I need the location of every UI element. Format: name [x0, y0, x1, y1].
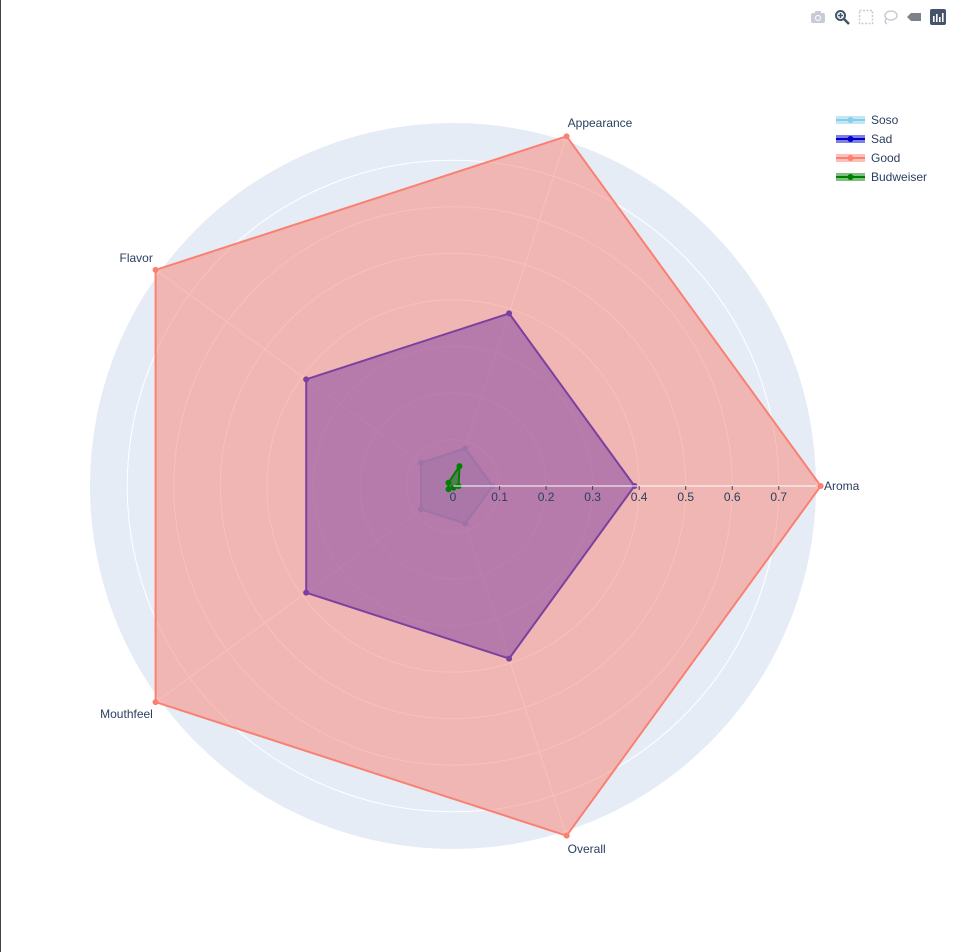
legend-marker: [847, 174, 854, 180]
radial-tick-label: 0.7: [770, 490, 787, 504]
legend-marker: [847, 136, 854, 142]
legend-item-sad[interactable]: Sad: [836, 132, 892, 146]
data-point-budweiser[interactable]: [445, 479, 452, 486]
radial-tick-label: 0.4: [631, 490, 648, 504]
data-point-good[interactable]: [152, 699, 159, 706]
radial-tick-label: 0.2: [538, 490, 555, 504]
radar-chart: 0 0.1 0.2 0.3 0.4 0.5 0.6 0.7 Aroma Appearance Fl…: [90, 113, 927, 856]
axis-label-mouthfeel: Mouthfeel: [100, 707, 153, 721]
data-point-good[interactable]: [563, 832, 570, 839]
radial-tick-label: 0.3: [584, 490, 601, 504]
legend-label: Good: [871, 151, 900, 165]
legend-item-good[interactable]: Good: [836, 151, 900, 165]
axis-label-appearance: Appearance: [568, 116, 633, 130]
radial-tick-label: 0: [450, 490, 457, 504]
radial-tick-label: 0.1: [491, 490, 508, 504]
legend-label: Soso: [871, 113, 899, 127]
legend-item-budweiser[interactable]: Budweiser: [836, 170, 927, 184]
axis-label-aroma: Aroma: [824, 479, 860, 493]
radial-tick-label: 0.6: [724, 490, 741, 504]
data-point-budweiser[interactable]: [456, 463, 463, 470]
legend-label: Budweiser: [871, 170, 927, 184]
legend-marker: [847, 155, 854, 161]
axis-label-flavor: Flavor: [120, 251, 153, 265]
data-point-good[interactable]: [152, 266, 159, 273]
radial-tick-label: 0.5: [677, 490, 694, 504]
data-point-good[interactable]: [563, 133, 570, 140]
legend-item-soso[interactable]: Soso: [836, 113, 899, 127]
axis-label-overall: Overall: [568, 842, 606, 856]
data-point-good[interactable]: [817, 483, 824, 489]
legend: Soso Sad Good Budweiser: [836, 113, 927, 184]
legend-marker: [847, 117, 854, 123]
legend-label: Sad: [871, 132, 892, 146]
